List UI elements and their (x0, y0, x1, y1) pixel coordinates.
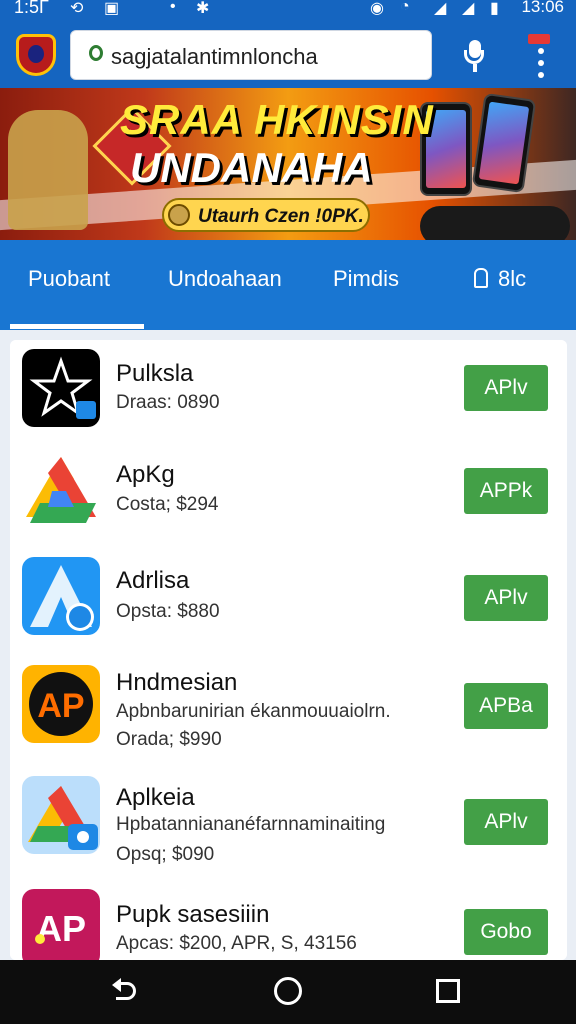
drive-chat-app-icon (22, 776, 100, 854)
battery-icon: ▮ (490, 0, 499, 17)
site-logo-icon[interactable] (16, 34, 56, 76)
list-item[interactable]: Adrlisa Opsta: $880 APlv (10, 543, 567, 650)
status-bar: 1:5Γ ⟲ ▣ • ✱ ◉ ◔ ◢ ◢ ▮ 13:06 (0, 0, 576, 22)
drive-logo-icon (22, 451, 100, 529)
app-name: ApKg (116, 461, 175, 488)
menu-more-icon[interactable] (528, 34, 550, 80)
app-meta: Orada; $990 (116, 729, 222, 750)
app-meta: Costa; $294 (116, 494, 219, 515)
app-name: Adrlisa (116, 567, 190, 594)
app-name: Pulksla (116, 360, 194, 387)
sync-icon: ⟲ (70, 0, 84, 17)
blue-a-app-icon (22, 557, 100, 635)
app-meta: Opsta: $880 (116, 601, 220, 622)
list-item[interactable]: Aplkeia Hpbatanniananéfarnnaminaiting Op… (10, 762, 567, 878)
app-name: Pupk sasesiiin (116, 901, 270, 928)
recents-icon[interactable] (436, 979, 460, 1003)
star-app-icon (22, 349, 100, 427)
list-item[interactable]: AP Hndmesian Apbnbarunirian ékanmouuaiol… (10, 649, 567, 763)
app-list: Pulksla Draas: 0890 APlv ApKg Costa; $29… (10, 340, 567, 960)
signal-2-icon: ◢ (462, 0, 475, 17)
app-name: Aplkeia (116, 784, 195, 811)
tab-1[interactable]: Puobant (28, 266, 110, 292)
app-description: Apbnbarunirian ékanmouuaiolrn. (116, 701, 391, 722)
tab-4[interactable]: 8lc (474, 266, 526, 292)
back-icon[interactable] (112, 978, 138, 1004)
signal-icon: ◢ (434, 0, 447, 17)
list-item[interactable]: Pulksla Draas: 0890 APlv (10, 340, 567, 438)
browser-toolbar: sagjatalantimnloncha (0, 22, 576, 88)
promo-banner[interactable]: SRAA HKINSIN UNDANAHA Utaurh Czen !0PK. (0, 88, 576, 240)
url-text: sagjatalantimnloncha (111, 44, 318, 69)
banner-subheadline: UNDANAHA (130, 144, 373, 191)
system-nav-bar (0, 960, 576, 1024)
banner-headline: SRAA HKINSIN (120, 96, 434, 143)
status-clock: 13:06 (521, 0, 564, 16)
svg-text:AP: AP (37, 687, 84, 725)
app-meta: Opsq; $090 (116, 844, 215, 865)
install-button[interactable]: APBa (464, 683, 548, 729)
coin-icon (168, 204, 190, 226)
ap-orange-app-icon: AP (22, 665, 100, 743)
lock-icon (474, 268, 488, 288)
notification-badge (528, 34, 550, 44)
wifi-icon: ◔ (400, 0, 410, 15)
app-meta: Draas: 0890 (116, 392, 220, 413)
list-item[interactable]: AP Pupk sasesiiin Apcas: $200, APR, S, 4… (10, 877, 567, 960)
microphone-icon[interactable] (460, 40, 490, 72)
install-button[interactable]: APPk (464, 468, 548, 514)
banner-tag-text: Utaurh Czen !0PK. (198, 206, 364, 227)
warrior-statue-image (8, 110, 88, 230)
install-button[interactable]: APlv (464, 365, 548, 411)
status-time: 1:5Γ (14, 0, 49, 17)
ap-magenta-app-icon: AP (22, 889, 100, 960)
install-button[interactable]: APlv (464, 799, 548, 845)
app-meta: Apcas: $200, APR, S, 43156 (116, 933, 357, 954)
active-tab-indicator (10, 324, 144, 329)
bluetooth-icon: ✱ (196, 0, 210, 17)
image-icon: ▣ (104, 0, 120, 17)
banner-tag: Utaurh Czen !0PK. (162, 198, 370, 232)
alarm-icon: ◉ (370, 0, 384, 17)
motorcycle-image (420, 206, 570, 240)
secure-icon (89, 45, 103, 61)
tab-3[interactable]: Pimdis (333, 266, 399, 292)
app-description: Hpbatanniananéfarnnaminaiting (116, 814, 386, 835)
list-item[interactable]: ApKg Costa; $294 APPk (10, 437, 567, 544)
install-button[interactable]: Gobo (464, 909, 548, 955)
install-button[interactable]: APlv (464, 575, 548, 621)
dot-icon: • (170, 0, 176, 15)
app-name: Hndmesian (116, 669, 238, 696)
tab-2[interactable]: Undoahaan (168, 266, 282, 292)
url-bar[interactable]: sagjatalantimnloncha (70, 30, 432, 80)
home-icon[interactable] (274, 977, 302, 1005)
tab-4-label: 8lc (498, 266, 527, 291)
category-tabs: Puobant Undoahaan Pimdis 8lc (0, 240, 576, 330)
svg-text:AP: AP (36, 908, 86, 949)
